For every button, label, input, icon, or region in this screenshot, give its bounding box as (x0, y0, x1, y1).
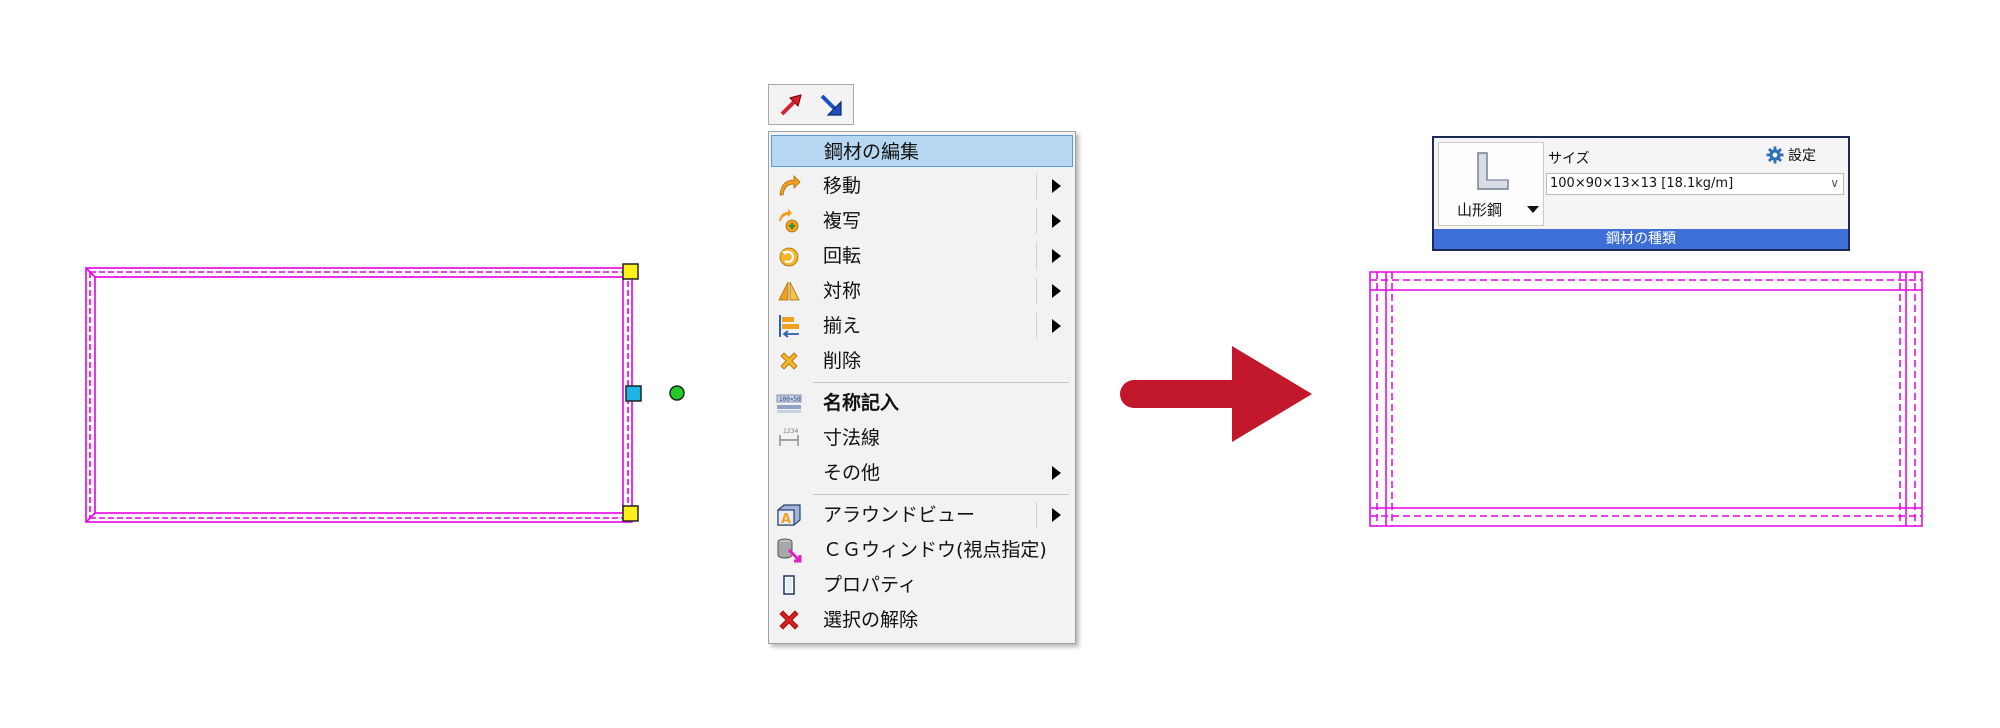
corner-handle-bottom[interactable] (622, 505, 639, 522)
red-arrow-up-icon (780, 93, 802, 115)
menu-item-property[interactable]: プロパティ (771, 569, 1073, 601)
mini-toolbar (768, 84, 854, 125)
submenu-arrow-icon (1052, 284, 1061, 298)
menu-item-label: その他 (823, 462, 881, 484)
submenu-arrow-icon (1052, 319, 1061, 333)
menu-item-label: 鋼材の編集 (824, 141, 920, 163)
dimension-line-icon: 1234 (776, 425, 802, 451)
size-caption: サイズ (1548, 151, 1590, 167)
panel-caption: 鋼材の種類 (1434, 229, 1848, 249)
menu-item-label: プロパティ (823, 574, 917, 596)
menu-item-label: 移動 (823, 175, 862, 197)
cg-window-icon (776, 537, 802, 563)
rotate-handle[interactable] (669, 385, 685, 401)
steel-type-panel: 山形鋼 サイズ 設定 100×90×13×13 [18.1kg/m] ∨ 鋼材の… (1432, 136, 1850, 251)
menu-item-label: 揃え (823, 315, 862, 337)
menu-item-other[interactable]: その他 (771, 457, 1073, 489)
menu-item-label: 対称 (823, 280, 862, 302)
menu-item-deselect[interactable]: 選択の解除 (771, 604, 1073, 636)
menu-item-edit-steel[interactable]: 鋼材の編集 (771, 135, 1073, 167)
menu-item-label: 削除 (823, 350, 862, 372)
mirror-icon (776, 278, 802, 304)
menu-item-label: アラウンドビュー (823, 504, 976, 526)
move-icon (776, 173, 802, 199)
edited-member-outline (1369, 271, 1923, 527)
gear-icon (1766, 146, 1784, 164)
angle-steel-icon (1477, 152, 1509, 190)
menu-item-delete[interactable]: 削除 (771, 345, 1073, 377)
submenu-arrow-icon (1052, 508, 1061, 522)
around-view-icon: A (776, 502, 802, 528)
menu-item-align[interactable]: 揃え (771, 310, 1073, 342)
delete-icon (776, 348, 802, 374)
menu-item-dimension-line[interactable]: 1234 寸法線 (771, 422, 1073, 454)
menu-item-label: ＣＧウィンドウ(視点指定) (823, 539, 1047, 561)
menu-item-label: 選択の解除 (823, 609, 919, 631)
chevron-down-icon: ∨ (1830, 176, 1839, 190)
corner-handle-top[interactable] (622, 263, 639, 280)
member-outline (85, 267, 633, 523)
name-label-icon: 100×50 (776, 390, 802, 416)
size-select[interactable]: 100×90×13×13 [18.1kg/m] ∨ (1546, 173, 1844, 195)
submenu-arrow-icon (1052, 179, 1061, 193)
deselect-icon (776, 607, 802, 633)
context-menu: 鋼材の編集 移動 複写 回転 対称 揃え 削除 100×50 名称記入 1234… (768, 131, 1076, 644)
shape-label: 山形鋼 (1457, 201, 1503, 219)
mid-handle[interactable] (625, 385, 642, 402)
menu-item-name-label[interactable]: 100×50 名称記入 (771, 387, 1073, 419)
align-icon (776, 313, 802, 339)
copy-icon (776, 208, 802, 234)
svg-text:100×50: 100×50 (779, 396, 801, 403)
blue-arrow-down-icon (820, 94, 842, 116)
menu-item-copy[interactable]: 複写 (771, 205, 1073, 237)
menu-item-move[interactable]: 移動 (771, 170, 1073, 202)
menu-separator (813, 382, 1069, 383)
menu-item-rotate[interactable]: 回転 (771, 240, 1073, 272)
menu-item-label: 複写 (823, 210, 862, 232)
submenu-arrow-icon (1052, 249, 1061, 263)
size-value: 100×90×13×13 [18.1kg/m] (1550, 176, 1734, 191)
menu-item-around-view[interactable]: A アラウンドビュー (771, 499, 1073, 531)
chevron-down-icon (1527, 206, 1539, 213)
menu-item-label: 名称記入 (823, 392, 900, 414)
settings-button[interactable]: 設定 (1766, 144, 1844, 166)
shape-dropdown[interactable]: 山形鋼 (1438, 142, 1544, 226)
property-icon (776, 572, 802, 598)
menu-item-mirror[interactable]: 対称 (771, 275, 1073, 307)
transition-arrow-icon (1120, 346, 1312, 442)
menu-item-cg-window[interactable]: ＣＧウィンドウ(視点指定) (771, 534, 1073, 566)
svg-text:A: A (781, 512, 791, 527)
settings-label: 設定 (1788, 148, 1816, 164)
submenu-arrow-icon (1052, 214, 1061, 228)
menu-separator (813, 494, 1069, 495)
menu-item-label: 回転 (823, 245, 862, 267)
mini-toolbar-button-2[interactable] (814, 88, 848, 121)
menu-item-label: 寸法線 (823, 427, 881, 449)
rotate-icon (776, 243, 802, 269)
mini-toolbar-button-1[interactable] (774, 88, 808, 121)
svg-text:1234: 1234 (783, 428, 798, 435)
submenu-arrow-icon (1052, 466, 1061, 480)
